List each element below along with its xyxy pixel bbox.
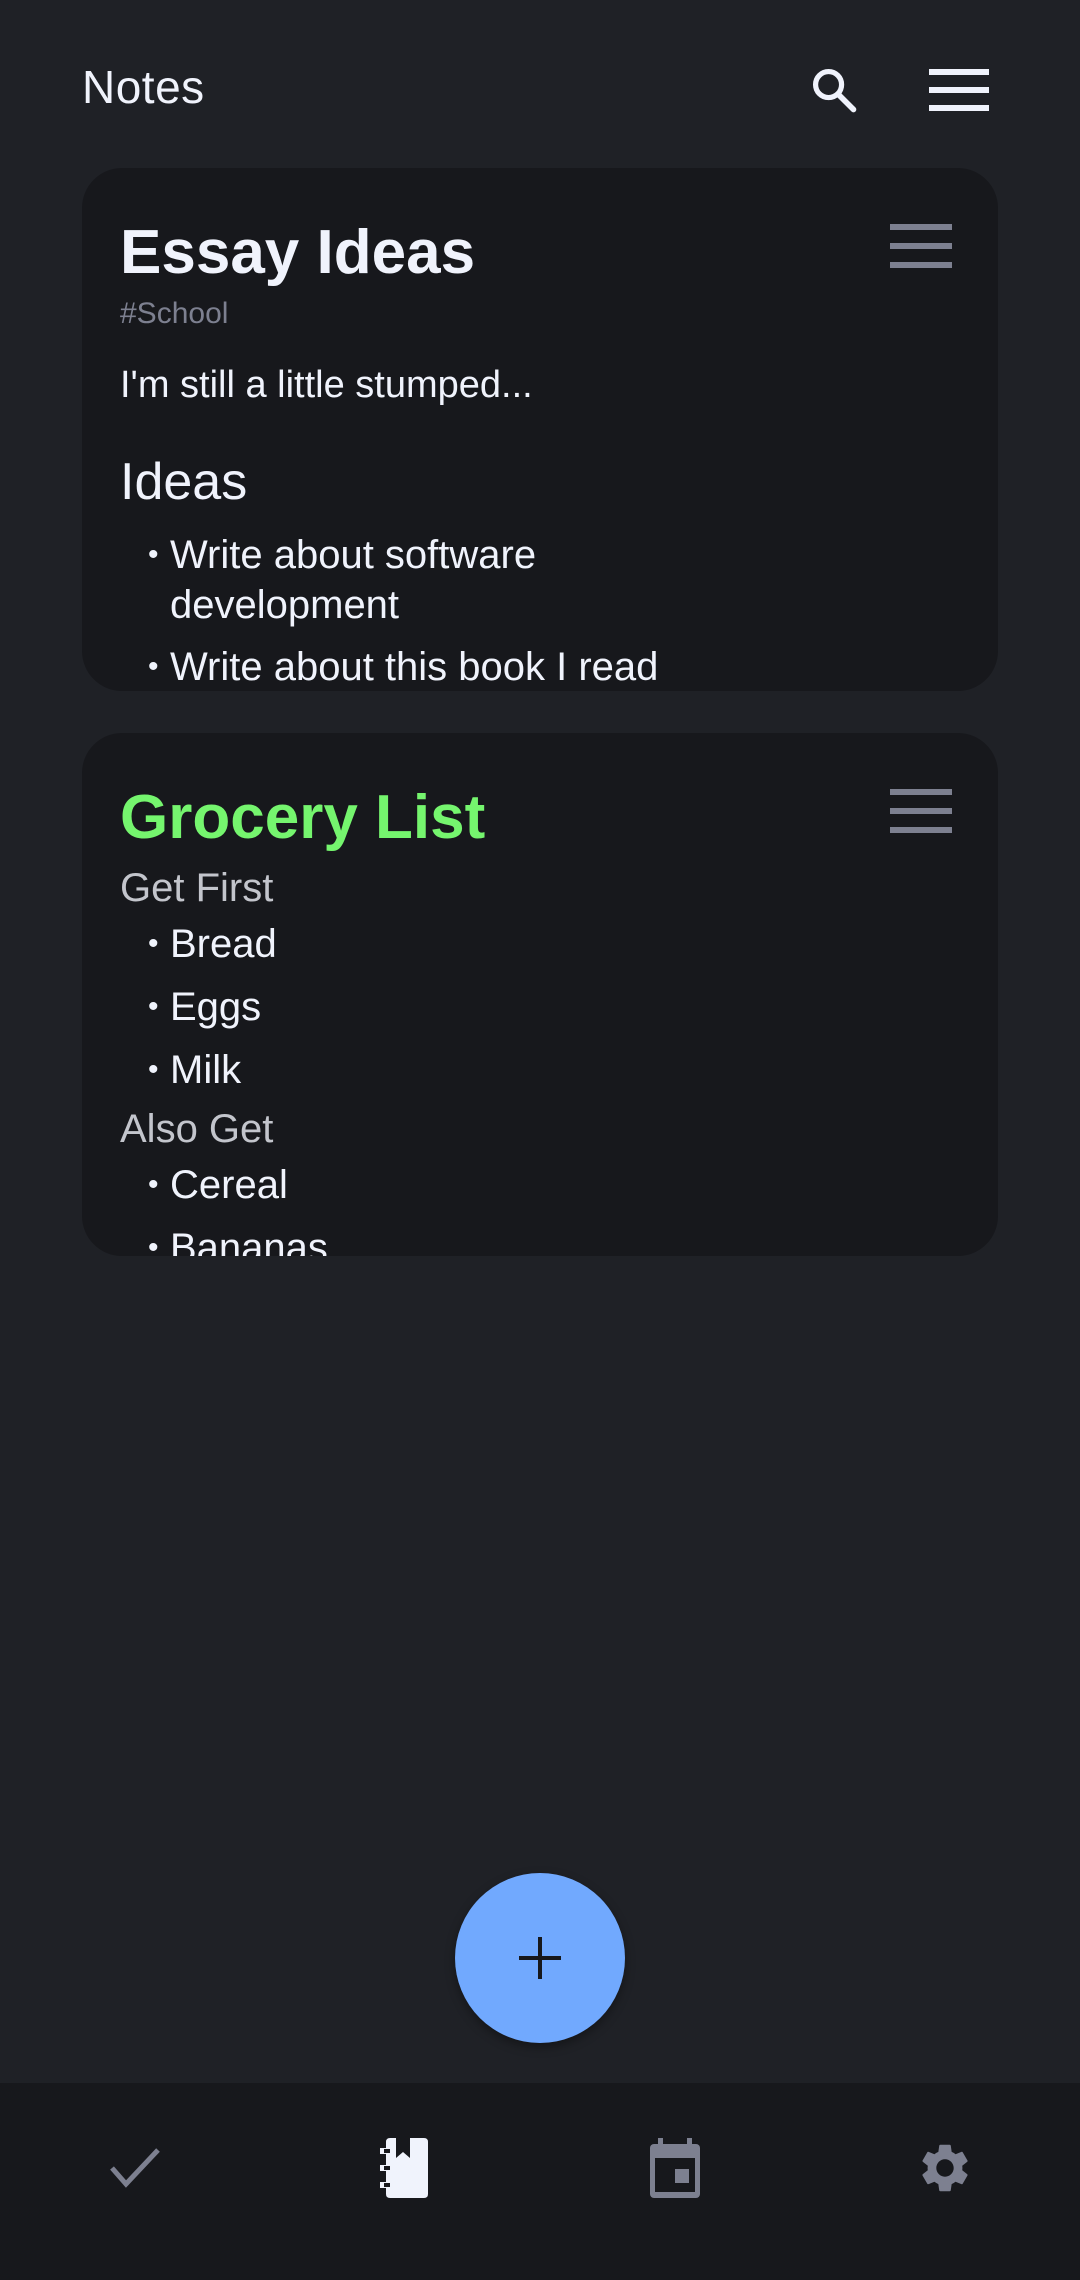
notebook-icon bbox=[380, 2137, 428, 2198]
note-heading: Ideas bbox=[120, 453, 248, 511]
note-bullet-list: Bread Eggs Milk bbox=[120, 919, 960, 1095]
list-item: Cereal bbox=[148, 1160, 960, 1210]
nav-item-tasks[interactable] bbox=[0, 2083, 270, 2280]
calendar-icon bbox=[650, 2137, 700, 2198]
note-title: Essay Ideas bbox=[120, 218, 476, 287]
list-item: Write about this book I read bbox=[148, 642, 960, 691]
note-paragraph: I'm still a little stumped... bbox=[120, 364, 533, 406]
note-card-essay-ideas[interactable]: Essay Ideas #School I'm still a little s… bbox=[82, 168, 998, 691]
nav-item-notes[interactable] bbox=[270, 2083, 540, 2280]
plus-icon bbox=[519, 1937, 561, 1979]
list-item: Bread bbox=[148, 919, 960, 969]
list-item: Eggs bbox=[148, 982, 960, 1032]
menu-button[interactable] bbox=[927, 58, 991, 122]
note-bullet-list: Cereal Bananas bbox=[120, 1160, 960, 1256]
menu-icon bbox=[929, 69, 989, 111]
nav-item-calendar[interactable] bbox=[540, 2083, 810, 2280]
list-item: Bananas bbox=[148, 1223, 960, 1256]
check-icon bbox=[110, 2147, 160, 2188]
note-title: Grocery List bbox=[120, 783, 486, 852]
note-card-grocery-list[interactable]: Grocery List Get First Bread Eggs Milk A… bbox=[82, 733, 998, 1256]
note-bullet-list: Write about software development Write a… bbox=[120, 530, 960, 691]
search-icon bbox=[812, 68, 857, 113]
list-item: Milk bbox=[148, 1045, 960, 1095]
add-note-button[interactable] bbox=[455, 1873, 625, 2043]
nav-item-settings[interactable] bbox=[810, 2083, 1080, 2280]
section-heading: Also Get bbox=[120, 1107, 274, 1151]
note-tag[interactable]: #School bbox=[120, 296, 960, 332]
list-item: Write about software development bbox=[148, 530, 588, 630]
gear-icon bbox=[922, 2144, 968, 2191]
bottom-navigation bbox=[0, 2083, 1080, 2280]
top-app-bar: Notes bbox=[0, 0, 1080, 170]
section-heading: Get First bbox=[120, 866, 274, 910]
search-button[interactable] bbox=[802, 58, 866, 122]
app-title: Notes bbox=[82, 61, 205, 113]
